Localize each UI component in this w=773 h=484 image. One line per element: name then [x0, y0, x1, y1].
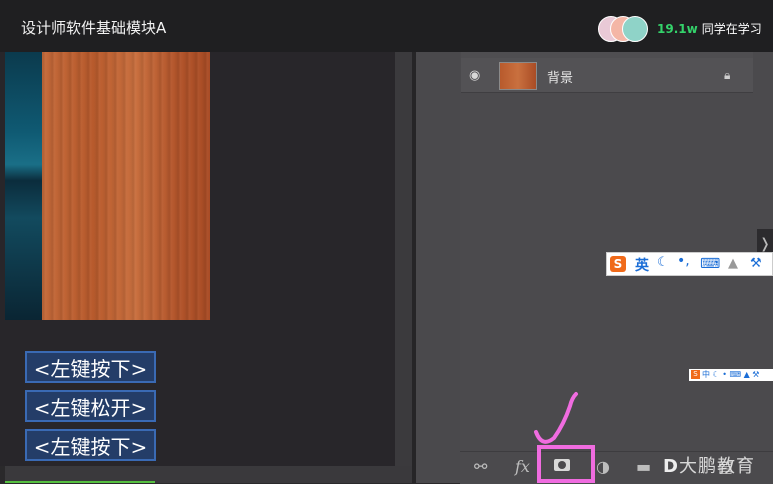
panel-gutter: [416, 52, 460, 483]
annotation-checkmark: [534, 392, 578, 444]
title-bar: 设计师软件基础模块A 19.1w 同学在学习: [0, 0, 773, 52]
lake-photo-layer: [5, 52, 42, 320]
learner-count: 19.1w: [657, 22, 698, 36]
visibility-eye-icon[interactable]: ◉: [469, 68, 480, 83]
learner-avatars: [598, 16, 650, 42]
ime-mode[interactable]: 英: [635, 255, 649, 275]
ime-mode[interactable]: 中: [702, 370, 710, 379]
vertical-scrollbar[interactable]: [395, 52, 412, 466]
folder-icon[interactable]: ▬: [636, 457, 651, 476]
layer-thumbnail: [499, 62, 537, 90]
user-icon[interactable]: ▲: [728, 256, 738, 271]
course-title: 设计师软件基础模块A: [21, 19, 167, 37]
punctuation-icon[interactable]: •,: [677, 253, 690, 269]
learner-label: 同学在学习: [701, 22, 762, 36]
key-event-label: <左键按下>: [25, 351, 156, 383]
keyboard-icon[interactable]: ⌨: [700, 256, 720, 272]
lock-icon[interactable]: 🔒︎: [724, 68, 730, 83]
annotation-highlight-box: [537, 445, 595, 483]
half-width-moon-icon[interactable]: ☾: [657, 255, 669, 270]
adjustment-icon[interactable]: ◑: [596, 457, 610, 476]
learner-status: 19.1w 同学在学习: [657, 20, 762, 37]
watermark: D大鹏教育: [663, 452, 755, 478]
brand-text: 大鹏教育: [678, 456, 755, 477]
link-icon[interactable]: ⚯: [474, 457, 487, 476]
ime-logo-icon: S: [691, 370, 700, 379]
ime-toolbar-mini[interactable]: S中 ☾ • ⌨ ▲ ⚒: [689, 369, 773, 381]
ime-logo-icon: S: [610, 256, 626, 272]
wrench-icon[interactable]: ⚒: [750, 256, 762, 271]
key-event-label: <左键松开>: [25, 390, 156, 422]
avatar: [622, 16, 648, 42]
layer-name: 背景: [547, 71, 574, 86]
fx-icon[interactable]: fx: [515, 457, 530, 476]
wood-texture-layer: [42, 52, 210, 320]
brand-logo-icon: D: [663, 456, 679, 477]
key-event-label: <左键按下>: [25, 429, 156, 461]
ime-toolbar[interactable]: S 英 ☾ •, ⌨ ▲ ⚒: [606, 252, 773, 276]
